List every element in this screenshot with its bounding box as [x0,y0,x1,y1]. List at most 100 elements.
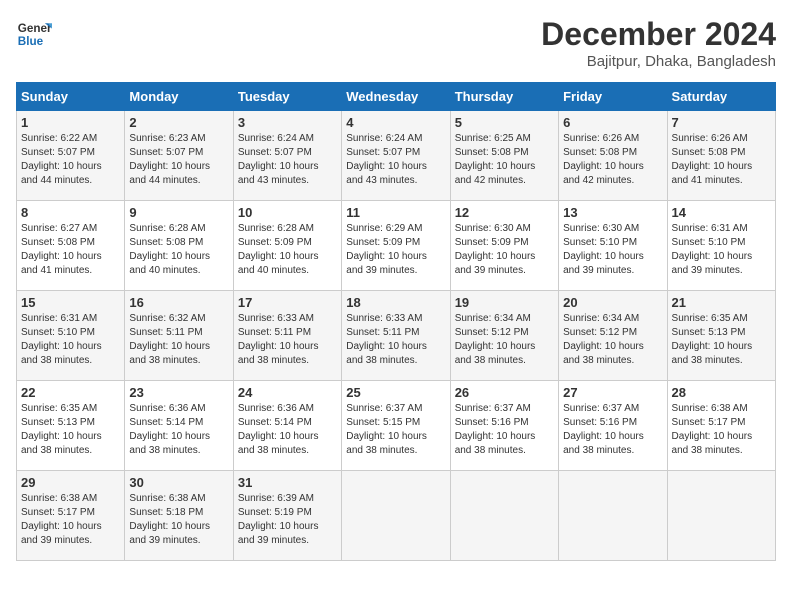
table-row: 30 Sunrise: 6:38 AMSunset: 5:18 PMDayligh… [125,471,233,561]
table-row: 31 Sunrise: 6:39 AMSunset: 5:19 PMDayligh… [233,471,341,561]
day-number: 17 [238,295,337,310]
day-number: 31 [238,475,337,490]
table-row: 27 Sunrise: 6:37 AMSunset: 5:16 PMDayligh… [559,381,667,471]
table-row: 11 Sunrise: 6:29 AMSunset: 5:09 PMDayligh… [342,201,450,291]
logo: General Blue [16,16,52,52]
table-row: 8 Sunrise: 6:27 AMSunset: 5:08 PMDaylight… [17,201,125,291]
calendar-header: Sunday Monday Tuesday Wednesday Thursday… [17,83,776,111]
table-row: 29 Sunrise: 6:38 AMSunset: 5:17 PMDayligh… [17,471,125,561]
day-detail: Sunrise: 6:37 AMSunset: 5:16 PMDaylight:… [563,402,662,458]
table-row [450,471,558,561]
header-friday: Friday [559,83,667,111]
day-number: 8 [21,205,120,220]
day-number: 14 [672,205,771,220]
day-detail: Sunrise: 6:23 AMSunset: 5:07 PMDaylight:… [129,132,228,188]
day-number: 20 [563,295,662,310]
day-detail: Sunrise: 6:35 AMSunset: 5:13 PMDaylight:… [21,402,120,458]
day-number: 12 [455,205,554,220]
table-row: 12 Sunrise: 6:30 AMSunset: 5:09 PMDayligh… [450,201,558,291]
day-detail: Sunrise: 6:36 AMSunset: 5:14 PMDaylight:… [238,402,337,458]
table-row: 19 Sunrise: 6:34 AMSunset: 5:12 PMDayligh… [450,291,558,381]
day-number: 19 [455,295,554,310]
day-number: 24 [238,385,337,400]
day-detail: Sunrise: 6:31 AMSunset: 5:10 PMDaylight:… [672,222,771,278]
day-number: 30 [129,475,228,490]
header-wednesday: Wednesday [342,83,450,111]
title-area: December 2024 Bajitpur, Dhaka, Banglades… [541,16,776,70]
header-monday: Monday [125,83,233,111]
day-detail: Sunrise: 6:34 AMSunset: 5:12 PMDaylight:… [563,312,662,368]
location: Bajitpur, Dhaka, Bangladesh [541,53,776,70]
month-title: December 2024 [541,16,776,53]
day-detail: Sunrise: 6:29 AMSunset: 5:09 PMDaylight:… [346,222,445,278]
table-row: 5Sunrise: 6:25 AMSunset: 5:08 PMDaylight… [450,111,558,201]
table-row: 16 Sunrise: 6:32 AMSunset: 5:11 PMDayligh… [125,291,233,381]
table-row: 10Sunrise: 6:28 AMSunset: 5:09 PMDayligh… [233,201,341,291]
day-number: 11 [346,205,445,220]
day-detail: Sunrise: 6:39 AMSunset: 5:19 PMDaylight:… [238,492,337,548]
day-detail: Sunrise: 6:26 AMSunset: 5:08 PMDaylight:… [672,132,771,188]
table-row: 2 Sunrise: 6:23 AMSunset: 5:07 PMDaylight… [125,111,233,201]
logo-icon: General Blue [16,16,52,52]
header-tuesday: Tuesday [233,83,341,111]
day-number: 23 [129,385,228,400]
table-row: 13Sunrise: 6:30 AMSunset: 5:10 PMDayligh… [559,201,667,291]
table-row: 15 Sunrise: 6:31 AMSunset: 5:10 PMDayligh… [17,291,125,381]
day-detail: Sunrise: 6:37 AMSunset: 5:15 PMDaylight:… [346,402,445,458]
table-row: 6Sunrise: 6:26 AMSunset: 5:08 PMDaylight… [559,111,667,201]
header-saturday: Saturday [667,83,775,111]
table-row [342,471,450,561]
table-row: 18Sunrise: 6:33 AMSunset: 5:11 PMDayligh… [342,291,450,381]
day-number: 16 [129,295,228,310]
day-detail: Sunrise: 6:38 AMSunset: 5:17 PMDaylight:… [672,402,771,458]
header: General Blue December 2024 Bajitpur, Dha… [16,16,776,70]
day-number: 4 [346,115,445,130]
header-sunday: Sunday [17,83,125,111]
day-number: 1 [21,115,120,130]
day-detail: Sunrise: 6:30 AMSunset: 5:09 PMDaylight:… [455,222,554,278]
day-detail: Sunrise: 6:24 AMSunset: 5:07 PMDaylight:… [238,132,337,188]
day-number: 25 [346,385,445,400]
day-number: 29 [21,475,120,490]
svg-text:Blue: Blue [18,35,44,48]
day-number: 15 [21,295,120,310]
day-detail: Sunrise: 6:38 AMSunset: 5:18 PMDaylight:… [129,492,228,548]
table-row: 7 Sunrise: 6:26 AMSunset: 5:08 PMDaylight… [667,111,775,201]
day-detail: Sunrise: 6:31 AMSunset: 5:10 PMDaylight:… [21,312,120,368]
day-detail: Sunrise: 6:22 AMSunset: 5:07 PMDaylight:… [21,132,120,188]
day-number: 21 [672,295,771,310]
table-row: 20 Sunrise: 6:34 AMSunset: 5:12 PMDayligh… [559,291,667,381]
day-detail: Sunrise: 6:34 AMSunset: 5:12 PMDaylight:… [455,312,554,368]
day-number: 9 [129,205,228,220]
table-row [559,471,667,561]
header-thursday: Thursday [450,83,558,111]
day-detail: Sunrise: 6:32 AMSunset: 5:11 PMDaylight:… [129,312,228,368]
table-row: 1 Sunrise: 6:22 AMSunset: 5:07 PMDaylight… [17,111,125,201]
day-number: 6 [563,115,662,130]
day-number: 7 [672,115,771,130]
calendar-body: 1 Sunrise: 6:22 AMSunset: 5:07 PMDaylight… [17,111,776,561]
header-row: Sunday Monday Tuesday Wednesday Thursday… [17,83,776,111]
day-number: 2 [129,115,228,130]
day-number: 22 [21,385,120,400]
table-row: 3Sunrise: 6:24 AMSunset: 5:07 PMDaylight… [233,111,341,201]
table-row: 21Sunrise: 6:35 AMSunset: 5:13 PMDayligh… [667,291,775,381]
day-number: 27 [563,385,662,400]
day-detail: Sunrise: 6:38 AMSunset: 5:17 PMDaylight:… [21,492,120,548]
table-row: 25 Sunrise: 6:37 AMSunset: 5:15 PMDayligh… [342,381,450,471]
table-row: 9Sunrise: 6:28 AMSunset: 5:08 PMDaylight… [125,201,233,291]
table-row: 14 Sunrise: 6:31 AMSunset: 5:10 PMDayligh… [667,201,775,291]
day-detail: Sunrise: 6:37 AMSunset: 5:16 PMDaylight:… [455,402,554,458]
table-row: 28 Sunrise: 6:38 AMSunset: 5:17 PMDayligh… [667,381,775,471]
table-row: 4Sunrise: 6:24 AMSunset: 5:07 PMDaylight… [342,111,450,201]
day-detail: Sunrise: 6:30 AMSunset: 5:10 PMDaylight:… [563,222,662,278]
day-detail: Sunrise: 6:27 AMSunset: 5:08 PMDaylight:… [21,222,120,278]
day-detail: Sunrise: 6:25 AMSunset: 5:08 PMDaylight:… [455,132,554,188]
day-number: 28 [672,385,771,400]
table-row: 26Sunrise: 6:37 AMSunset: 5:16 PMDayligh… [450,381,558,471]
day-detail: Sunrise: 6:28 AMSunset: 5:09 PMDaylight:… [238,222,337,278]
table-row [667,471,775,561]
day-detail: Sunrise: 6:36 AMSunset: 5:14 PMDaylight:… [129,402,228,458]
calendar-table: Sunday Monday Tuesday Wednesday Thursday… [16,82,776,561]
day-detail: Sunrise: 6:33 AMSunset: 5:11 PMDaylight:… [238,312,337,368]
